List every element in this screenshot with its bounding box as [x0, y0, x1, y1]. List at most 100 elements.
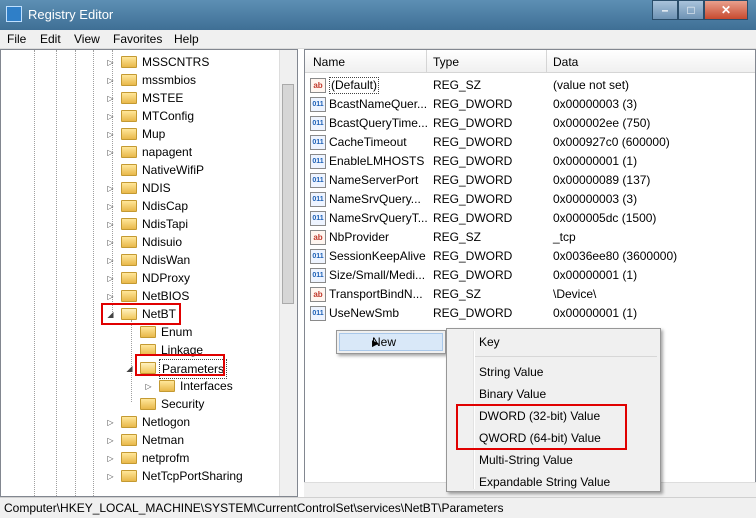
scrollbar-thumb[interactable] — [282, 84, 294, 304]
expand-arrow-icon[interactable]: ▷ — [106, 454, 115, 463]
context-menu: New ▶ — [336, 330, 446, 354]
menu-item-multi-string-value[interactable]: Multi-String Value — [479, 453, 573, 467]
value-type: REG_DWORD — [433, 249, 513, 263]
menu-item-binary-value[interactable]: Binary Value — [479, 387, 546, 401]
column-type[interactable]: Type — [433, 55, 459, 69]
value-row[interactable]: ab TransportBindN... REG_SZ \Device\ — [305, 285, 755, 304]
column-divider[interactable] — [426, 50, 427, 72]
menu-file[interactable]: File — [7, 32, 26, 46]
binary-value-icon: 011 — [310, 268, 326, 283]
expand-arrow-icon[interactable]: ▷ — [106, 130, 115, 139]
expand-arrow-icon[interactable]: ▷ — [106, 76, 115, 85]
folder-icon — [121, 146, 137, 158]
folder-icon — [159, 380, 175, 392]
value-data: 0x00000003 (3) — [553, 192, 638, 206]
value-row[interactable]: ab (Default) REG_SZ (value not set) — [305, 76, 755, 95]
expand-arrow-icon[interactable]: ▷ — [144, 382, 153, 391]
tree-scrollbar[interactable] — [279, 50, 297, 496]
value-row[interactable]: ab NbProvider REG_SZ _tcp — [305, 228, 755, 247]
expand-arrow-icon[interactable]: ▷ — [106, 58, 115, 67]
minimize-button[interactable]: – — [652, 0, 678, 20]
value-data: 0x00000001 (1) — [553, 268, 638, 282]
value-data: 0x00000001 (1) — [553, 154, 638, 168]
value-name: CacheTimeout — [329, 135, 407, 149]
column-name[interactable]: Name — [313, 55, 345, 69]
value-data: 0x00000089 (137) — [553, 173, 651, 187]
expand-arrow-icon[interactable]: ▷ — [106, 472, 115, 481]
value-name: EnableLMHOSTS — [329, 154, 425, 168]
value-row[interactable]: 011 BcastNameQuer... REG_DWORD 0x0000000… — [305, 95, 755, 114]
value-data: \Device\ — [553, 287, 597, 301]
expand-arrow-icon[interactable]: ▷ — [106, 148, 115, 157]
expand-arrow-icon[interactable]: ▷ — [106, 436, 115, 445]
expand-arrow-icon[interactable]: ▷ — [106, 112, 115, 121]
column-data[interactable]: Data — [553, 55, 578, 69]
expand-arrow-icon[interactable]: ▷ — [106, 184, 115, 193]
folder-icon — [121, 254, 137, 266]
tree-item-label: netprofm — [142, 451, 190, 465]
column-divider[interactable] — [546, 50, 547, 72]
value-data: (value not set) — [553, 78, 630, 92]
registry-path: Computer\HKEY_LOCAL_MACHINE\SYSTEM\Curre… — [4, 501, 504, 515]
value-row[interactable]: 011 NameSrvQueryT... REG_DWORD 0x000005d… — [305, 209, 755, 228]
value-name: NbProvider — [329, 230, 390, 244]
folder-icon — [121, 128, 137, 140]
value-row[interactable]: 011 UseNewSmb REG_DWORD 0x00000001 (1) — [305, 304, 755, 323]
menu-item-string-value[interactable]: String Value — [479, 365, 543, 379]
binary-value-icon: 011 — [310, 173, 326, 188]
value-row[interactable]: 011 EnableLMHOSTS REG_DWORD 0x00000001 (… — [305, 152, 755, 171]
folder-icon — [121, 470, 137, 482]
expand-arrow-icon[interactable]: ▷ — [106, 418, 115, 427]
collapse-arrow-icon[interactable]: ◢ — [125, 364, 134, 373]
value-row[interactable]: 011 Size/Small/Medi... REG_DWORD 0x00000… — [305, 266, 755, 285]
value-row[interactable]: 011 NameSrvQuery... REG_DWORD 0x00000003… — [305, 190, 755, 209]
value-type: REG_SZ — [433, 287, 482, 301]
value-name: UseNewSmb — [329, 306, 400, 320]
tree-item-label: MTConfig — [142, 109, 195, 123]
tree-item-label: Interfaces — [180, 379, 233, 393]
expand-arrow-icon[interactable]: ▷ — [106, 292, 115, 301]
menu-view[interactable]: View — [74, 32, 100, 46]
value-row[interactable]: 011 NameServerPort REG_DWORD 0x00000089 … — [305, 171, 755, 190]
tree-item-label: NdisWan — [142, 253, 191, 267]
expand-arrow-icon[interactable]: ▷ — [106, 220, 115, 229]
value-data: 0x00000001 (1) — [553, 306, 638, 320]
column-header: Name Type Data — [305, 50, 755, 73]
folder-icon — [121, 92, 137, 104]
close-button[interactable]: ✕ — [704, 0, 748, 20]
menu-help[interactable]: Help — [174, 32, 199, 46]
value-row[interactable]: 011 BcastQueryTime... REG_DWORD 0x000002… — [305, 114, 755, 133]
binary-value-icon: 011 — [310, 154, 326, 169]
binary-value-icon: 011 — [310, 135, 326, 150]
value-data: 0x0036ee80 (3600000) — [553, 249, 678, 263]
menu-edit[interactable]: Edit — [40, 32, 61, 46]
menu-bar: File Edit View Favorites Help — [0, 30, 756, 49]
tree-guide-line — [112, 50, 113, 312]
value-type: REG_DWORD — [433, 154, 513, 168]
menu-item-key[interactable]: Key — [479, 335, 500, 349]
menu-item-new[interactable]: New ▶ — [339, 333, 443, 351]
folder-icon — [121, 290, 137, 302]
tree-item-label: mssmbios — [142, 73, 197, 87]
menu-item-expandable-string-value[interactable]: Expandable String Value — [479, 475, 610, 489]
key-tree-pane[interactable]: ▷ MSSCNTRS ▷ mssmbios ▷ MSTEE ▷ MTConfig… — [0, 49, 298, 497]
expand-arrow-icon[interactable]: ▷ — [106, 94, 115, 103]
tree-item-label: Netlogon — [142, 415, 191, 429]
value-type: REG_DWORD — [433, 268, 513, 282]
binary-value-icon: 011 — [310, 192, 326, 207]
value-name: NameSrvQuery... — [329, 192, 421, 206]
maximize-button[interactable]: □ — [678, 0, 704, 20]
value-name: TransportBindN... — [329, 287, 423, 301]
expand-arrow-icon[interactable]: ▷ — [106, 238, 115, 247]
window-title: Registry Editor — [28, 7, 114, 22]
folder-icon — [140, 326, 156, 338]
expand-arrow-icon[interactable]: ▷ — [106, 274, 115, 283]
menu-favorites[interactable]: Favorites — [113, 32, 162, 46]
expand-arrow-icon[interactable]: ▷ — [106, 256, 115, 265]
highlight-box-parameters — [135, 354, 225, 376]
folder-icon — [121, 164, 137, 176]
value-row[interactable]: 011 SessionKeepAlive REG_DWORD 0x0036ee8… — [305, 247, 755, 266]
value-row[interactable]: 011 CacheTimeout REG_DWORD 0x000927c0 (6… — [305, 133, 755, 152]
expand-arrow-icon[interactable]: ▷ — [106, 202, 115, 211]
binary-value-icon: 011 — [310, 97, 326, 112]
